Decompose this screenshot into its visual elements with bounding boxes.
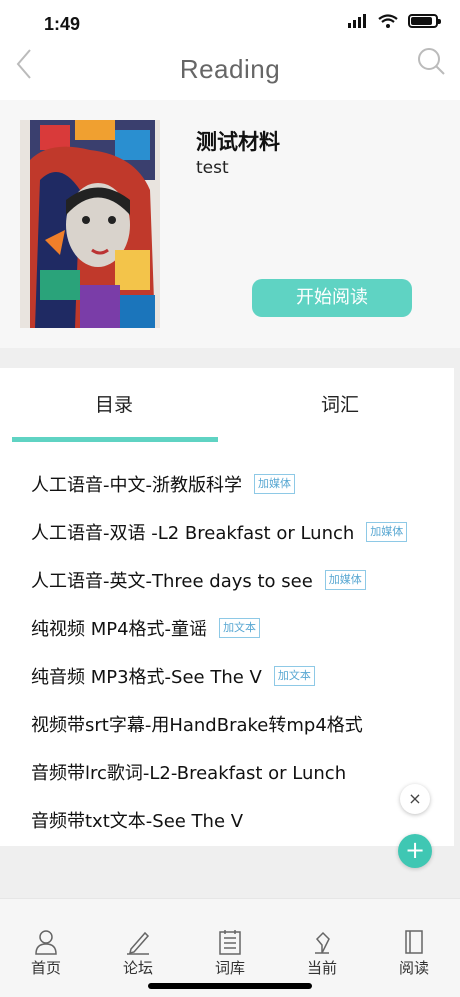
chapter-item[interactable]: 视频带srt字幕-用HandBrake转mp4格式 (31, 704, 363, 744)
start-reading-button[interactable]: 开始阅读 (252, 279, 412, 317)
tabbar-label: 阅读 (398, 959, 429, 977)
chapter-title: 人工语音-双语 -L2 Breakfast or Lunch (31, 523, 355, 544)
chapter-title: 纯音频 MP3格式-See The V (31, 667, 262, 688)
user-icon (35, 930, 57, 955)
status-icons (348, 14, 441, 28)
list-icon (219, 930, 241, 955)
book-card: 测试材料 test 开始阅读 (0, 100, 460, 348)
tabbar-item-forum[interactable]: 论坛 (108, 929, 168, 978)
chapter-item[interactable]: 纯音频 MP3格式-See The V 加文本 (31, 656, 315, 696)
chapter-title: 视频带srt字幕-用HandBrake转mp4格式 (31, 715, 363, 736)
tabbar-item-wordbank[interactable]: 词库 (200, 929, 260, 978)
content-panel: 目录 词汇 人工语音-中文-浙教版科学 加媒体 人工语音-双语 -L2 Brea… (0, 368, 454, 846)
tabbar-label: 词库 (214, 959, 245, 977)
chapter-tag[interactable]: 加媒体 (254, 474, 295, 494)
wifi-icon (378, 14, 398, 28)
chapter-tag[interactable]: 加媒体 (366, 522, 408, 542)
search-icon[interactable] (416, 46, 446, 76)
chapter-tag[interactable]: 加媒体 (324, 570, 366, 590)
chapter-title: 纯视频 MP4格式-童谣 (31, 619, 208, 640)
tabbar-item-current[interactable]: 当前 (292, 929, 352, 978)
lamp-icon (315, 931, 330, 954)
page-title: Reading (179, 54, 281, 84)
active-tab-indicator (12, 437, 218, 442)
book-title: 测试材料 (196, 130, 280, 154)
status-bar: 1:49 (0, 0, 460, 44)
tab-contents[interactable]: 目录 (95, 390, 133, 417)
chapter-item[interactable]: 音频带lrc歌词-L2-Breakfast or Lunch (31, 752, 346, 792)
chapter-item[interactable]: 人工语音-英文-Three days to see 加媒体 (31, 560, 366, 600)
tabbar-item-reading[interactable]: 阅读 (384, 929, 444, 978)
book-icon (405, 930, 423, 954)
tab-vocabulary[interactable]: 词汇 (321, 390, 359, 417)
chapter-title: 人工语音-中文-浙教版科学 (31, 475, 242, 496)
chapter-tag[interactable]: 加文本 (273, 666, 315, 686)
chapter-tag[interactable]: 加文本 (219, 618, 261, 638)
tabbar-item-home[interactable]: 首页 (16, 929, 76, 978)
tabbar-label: 当前 (306, 959, 337, 977)
battery-icon (408, 14, 441, 28)
chapter-item[interactable]: 纯视频 MP4格式-童谣 加文本 (31, 608, 261, 648)
chapter-item[interactable]: 音频带txt文本-See The V (31, 800, 243, 840)
chapter-item[interactable]: 人工语音-中文-浙教版科学 加媒体 (31, 464, 295, 504)
book-cover-image (20, 120, 160, 328)
status-time: 1:49 (44, 14, 81, 34)
pen-icon (127, 931, 150, 955)
add-button[interactable]: + (398, 834, 432, 868)
signal-icon (348, 14, 366, 28)
chapter-title: 音频带lrc歌词-L2-Breakfast or Lunch (31, 763, 347, 784)
chapter-title: 音频带txt文本-See The V (31, 811, 244, 832)
book-subtitle: test (196, 158, 229, 178)
chapter-item[interactable]: 人工语音-双语 -L2 Breakfast or Lunch 加媒体 (31, 512, 408, 552)
chapter-title: 人工语音-英文-Three days to see (31, 571, 313, 592)
close-button[interactable]: × (400, 784, 430, 814)
tabbar-label: 论坛 (122, 959, 153, 977)
home-indicator (148, 983, 312, 989)
tab-bar-top: 目录 词汇 (0, 368, 454, 444)
tabbar-label: 首页 (30, 959, 61, 977)
nav-bar: Reading (0, 44, 460, 100)
